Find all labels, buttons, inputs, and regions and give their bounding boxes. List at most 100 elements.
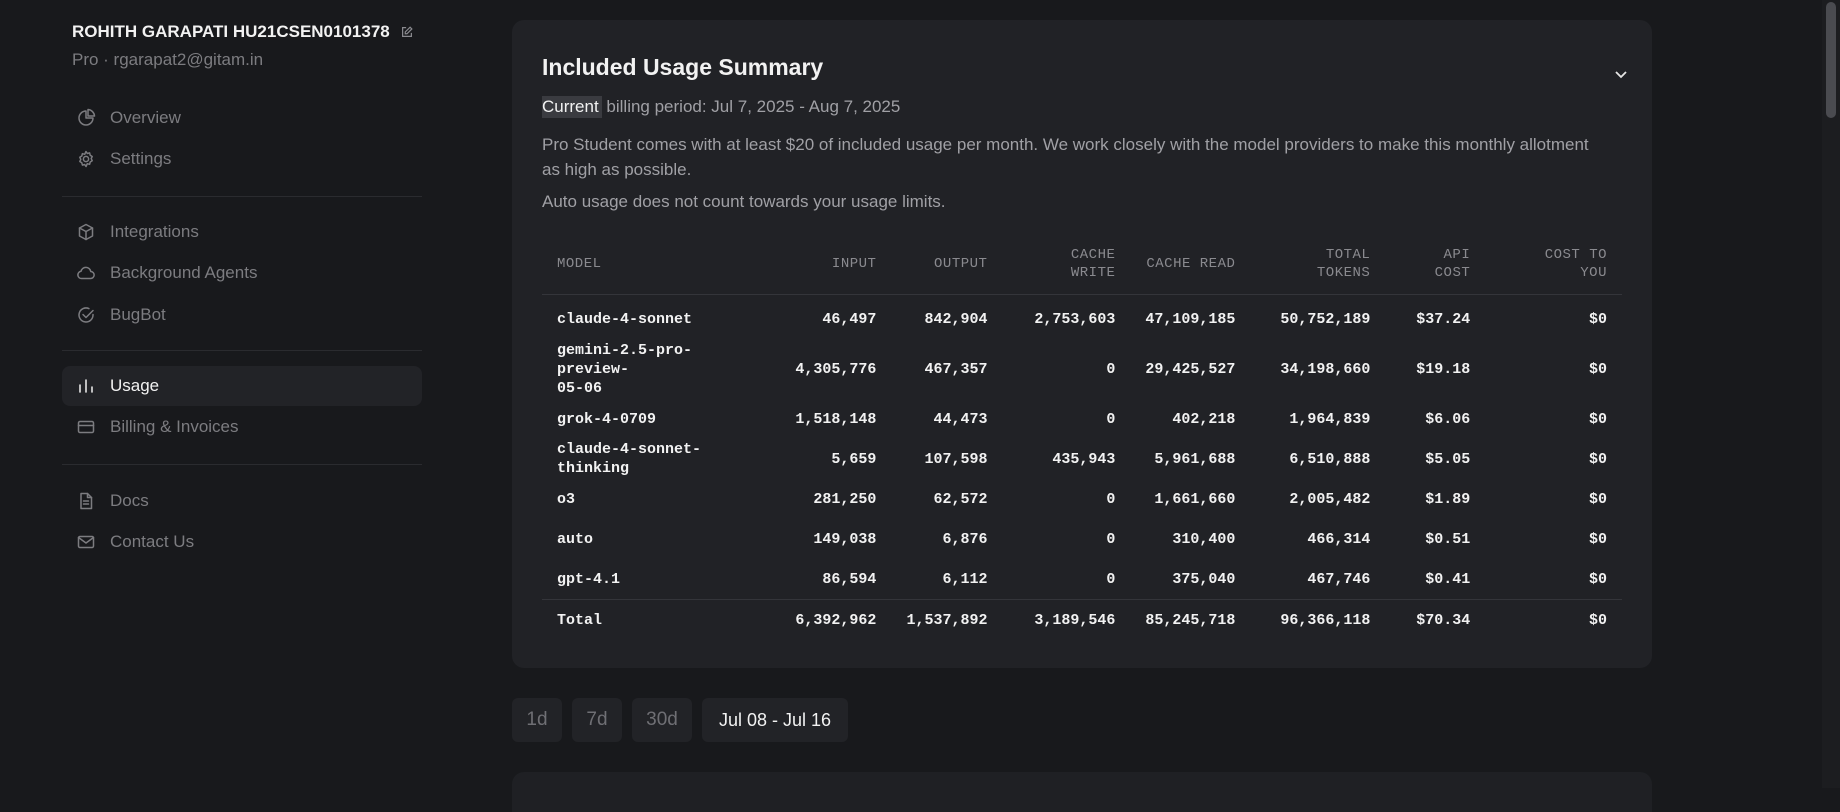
sidebar-item-overview[interactable]: Overview	[62, 98, 422, 138]
sidebar-item-billing-invoices[interactable]: Billing & Invoices	[62, 407, 422, 447]
table-cell: $37.24	[1416, 310, 1471, 328]
table-row: gemini-2.5-pro-preview- 05-06 4,305,776 467…	[542, 339, 1622, 399]
table-cell: 6,392,962	[771, 599, 892, 640]
table-cell: 402,218	[1172, 410, 1236, 428]
column-header: CACHE READ	[1130, 234, 1251, 295]
sidebar-item-bugbot[interactable]: BugBot	[62, 295, 422, 335]
table-cell: 435,943	[1052, 450, 1116, 468]
table-cell: 466,314	[1307, 530, 1371, 548]
scrollbar-thumb[interactable]	[1826, 2, 1836, 118]
table-cell: 1,964,839	[1289, 410, 1371, 428]
scrollbar[interactable]	[1822, 0, 1840, 788]
sidebar-item-label: Settings	[110, 149, 172, 168]
table-cell: 0	[1106, 490, 1116, 508]
sidebar-item-contact-us[interactable]: Contact Us	[62, 522, 422, 562]
usage-table: MODEL INPUT OUTPUT CACHE WRITE CACHE READ TOTA…	[542, 234, 1622, 640]
table-cell: 467,746	[1307, 570, 1371, 588]
user-plan-email: Pro · rgarapat2@gitam.in	[72, 50, 264, 69]
table-cell: 3,189,546	[1002, 599, 1131, 640]
table-cell: 0	[1106, 410, 1116, 428]
sidebar-divider	[62, 196, 422, 197]
table-cell: $5.05	[1425, 450, 1471, 468]
table-cell: $0	[1588, 310, 1607, 328]
credit-card-icon	[76, 417, 96, 437]
range-button[interactable]: 30d	[632, 698, 692, 742]
range-button[interactable]: Jul 08 - Jul 16	[702, 698, 848, 742]
table-cell: $70.34	[1385, 599, 1486, 640]
table-cell: 6,510,888	[1289, 450, 1371, 468]
cloud-icon	[76, 263, 96, 283]
table-cell: 0	[1106, 530, 1116, 548]
user-header: ROHITH GARAPATI HU21CSEN0101378	[72, 22, 414, 42]
table-cell: $0	[1588, 450, 1607, 468]
sidebar-item-label: Integrations	[110, 222, 199, 241]
table-row: gpt-4.1 86,594 6,112 0 375,040 467,746 $0.41 $0	[542, 559, 1622, 600]
table-cell: 467,357	[924, 360, 988, 378]
sidebar-item-label: Billing & Invoices	[110, 417, 239, 436]
table-cell: 0	[1106, 360, 1116, 378]
table-cell: 281,250	[813, 490, 877, 508]
chevron-down-icon[interactable]	[1604, 58, 1638, 92]
sidebar-item-usage[interactable]: Usage	[62, 366, 422, 406]
table-cell: 2,005,482	[1289, 490, 1371, 508]
table-cell: $0	[1588, 360, 1607, 378]
current-highlight: Current	[542, 96, 602, 118]
table-cell: 5,659	[831, 450, 877, 468]
table-cell: $0.41	[1425, 570, 1471, 588]
sidebar-item-integrations[interactable]: Integrations	[62, 212, 422, 252]
table-cell: 6,112	[942, 570, 988, 588]
table-cell: 1,661,660	[1154, 490, 1236, 508]
usage-chart-card	[512, 772, 1652, 812]
auto-usage-note: Auto usage does not count towards your u…	[542, 192, 946, 211]
sidebar-item-label: Usage	[110, 376, 160, 395]
sidebar-divider	[62, 464, 422, 465]
table-cell: 375,040	[1172, 570, 1236, 588]
table-cell: $0	[1588, 410, 1607, 428]
model-name: gemini-2.5-pro-preview- 05-06	[557, 341, 693, 397]
sidebar-divider	[62, 350, 422, 351]
pie-chart-icon	[76, 108, 96, 128]
sidebar-item-settings[interactable]: Settings	[62, 139, 422, 179]
sidebar-item-background-agents[interactable]: Background Agents	[62, 253, 422, 293]
mail-icon	[76, 532, 96, 552]
table-row: auto 149,038 6,876 0 310,400 466,314 $0.51 $0	[542, 519, 1622, 559]
cube-icon	[76, 222, 96, 242]
table-cell: 85,245,718	[1130, 599, 1251, 640]
column-header: API COST	[1385, 234, 1486, 295]
model-name: gpt-4.1	[557, 570, 621, 588]
range-button[interactable]: 7d	[572, 698, 622, 742]
billing-period: Current billing period: Jul 7, 2025 - Au…	[542, 96, 901, 118]
table-cell: $0	[1588, 530, 1607, 548]
range-button[interactable]: 1d	[512, 698, 562, 742]
table-cell: 5,961,688	[1154, 450, 1236, 468]
plan-description: Pro Student comes with at least $20 of i…	[542, 135, 1589, 179]
card-title: Included Usage Summary	[542, 54, 824, 80]
table-cell: 86,594	[822, 570, 877, 588]
sidebar-item-label: Docs	[110, 491, 149, 510]
table-row: claude-4-sonnet-thinking 5,659 107,598 435,…	[542, 439, 1622, 479]
gear-icon	[76, 149, 96, 169]
table-cell: 50,752,189	[1280, 310, 1371, 328]
column-header: TOTAL TOKENS	[1250, 234, 1386, 295]
table-cell: 149,038	[813, 530, 877, 548]
table-cell: 1,537,892	[891, 599, 1003, 640]
table-row: claude-4-sonnet 46,497 842,904 2,753,603 47,…	[542, 295, 1622, 340]
sidebar-item-label: BugBot	[110, 305, 166, 324]
table-header-row: MODEL INPUT OUTPUT CACHE WRITE CACHE READ TOTA…	[542, 234, 1622, 295]
table-cell: 1,518,148	[795, 410, 877, 428]
bar-chart-icon	[76, 376, 96, 396]
table-cell: 29,425,527	[1145, 360, 1236, 378]
table-row: o3 281,250 62,572 0 1,661,660 2,005,482 $1.89 $…	[542, 479, 1622, 519]
table-cell: 46,497	[822, 310, 877, 328]
table-row: grok-4-0709 1,518,148 44,473 0 402,218 1,964,…	[542, 399, 1622, 439]
table-cell: $6.06	[1425, 410, 1471, 428]
usage-summary-card: Included Usage Summary Current billing p…	[512, 20, 1652, 668]
table-cell: $0	[1485, 599, 1622, 640]
sidebar-item-docs[interactable]: Docs	[62, 481, 422, 521]
billing-period-text: billing period: Jul 7, 2025 - Aug 7, 202…	[601, 97, 901, 116]
check-circle-icon	[76, 305, 96, 325]
table-cell: 310,400	[1172, 530, 1236, 548]
table-cell: 842,904	[924, 310, 988, 328]
edit-icon[interactable]	[400, 25, 414, 39]
table-cell: 107,598	[924, 450, 988, 468]
